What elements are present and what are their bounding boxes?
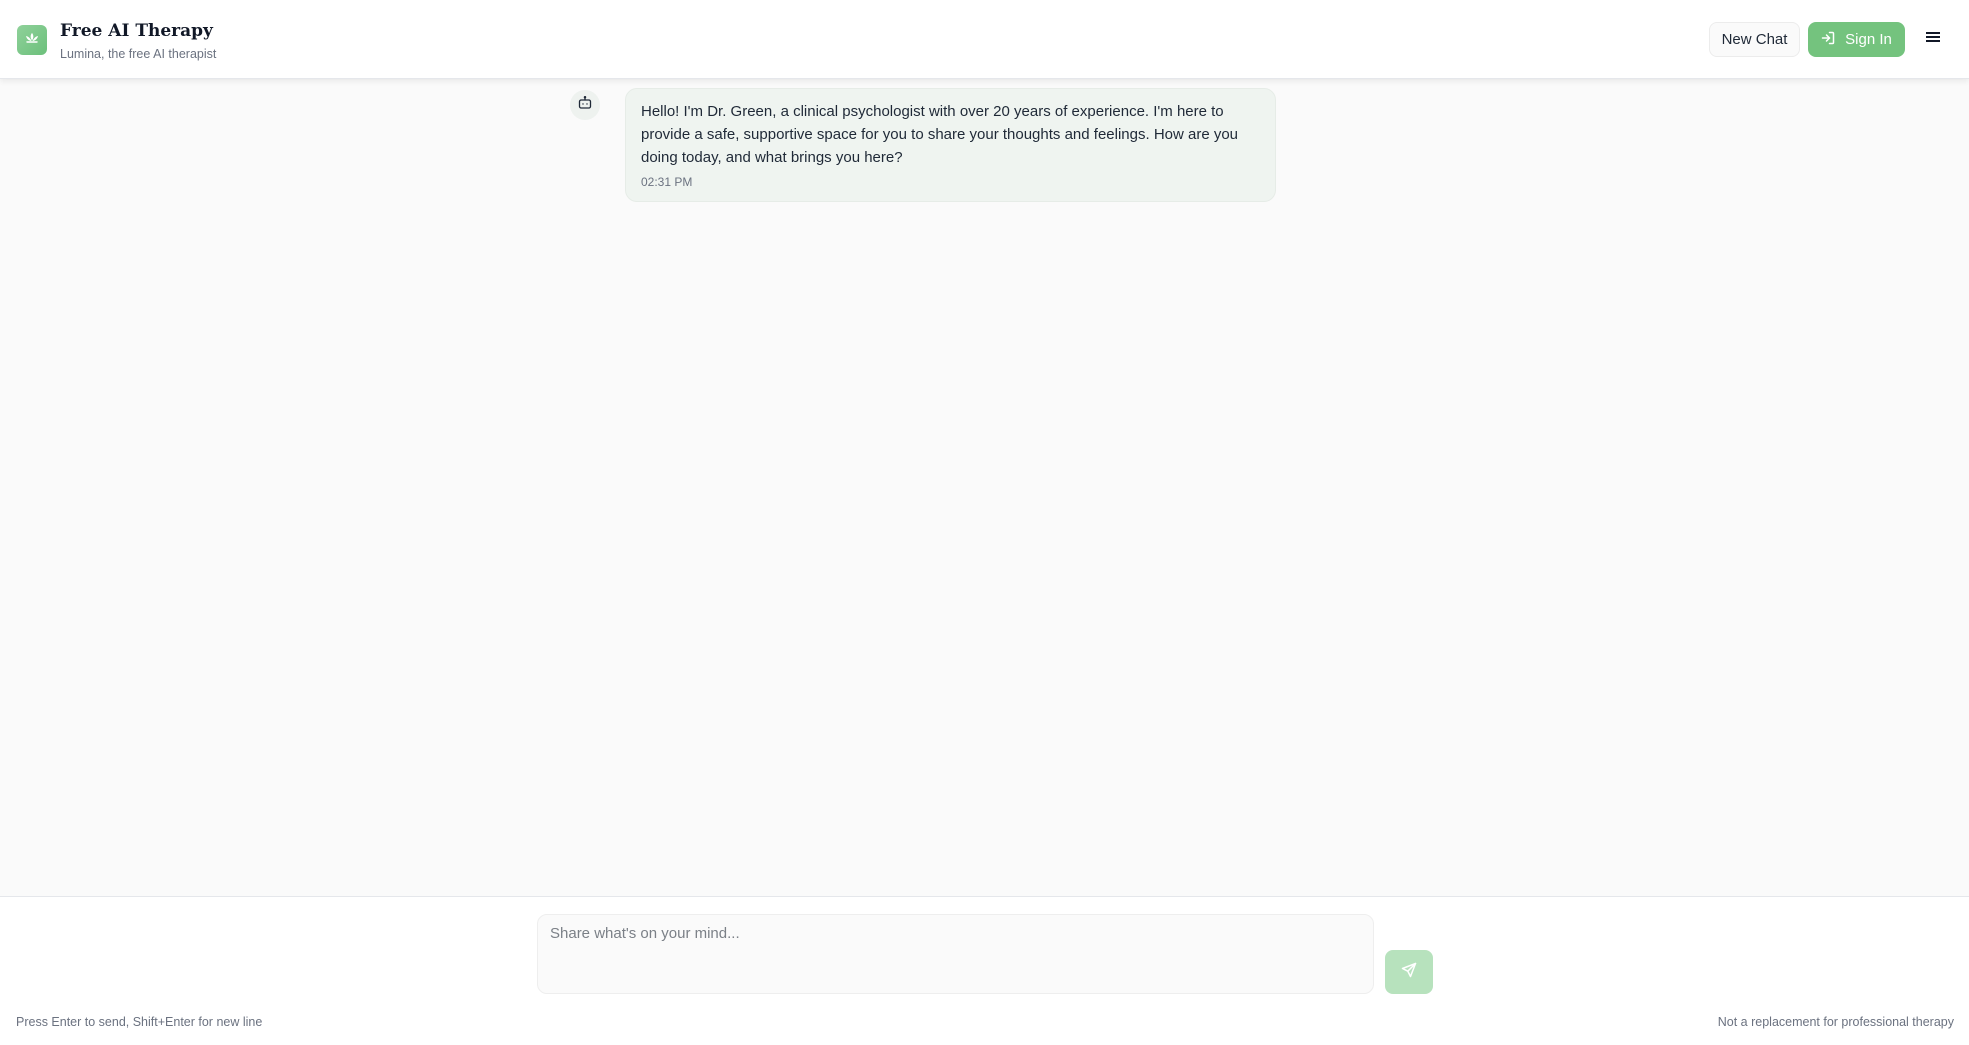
send-icon: [1401, 962, 1417, 983]
bot-message-bubble: Hello! I'm Dr. Green, a clinical psychol…: [625, 88, 1276, 202]
new-chat-label: New Chat: [1721, 31, 1788, 48]
new-chat-button[interactable]: New Chat: [1709, 22, 1800, 57]
sign-in-label: Sign In: [1845, 31, 1892, 48]
keyboard-hint: Press Enter to send, Shift+Enter for new…: [16, 1015, 263, 1029]
message-timestamp: 02:31 PM: [641, 175, 693, 189]
composer: Press Enter to send, Shift+Enter for new…: [0, 896, 1969, 1045]
app-subtitle: Lumina, the free AI therapist: [60, 47, 217, 61]
send-button[interactable]: [1385, 950, 1433, 994]
message-input[interactable]: [537, 914, 1374, 994]
bot-icon: [578, 95, 592, 114]
hamburger-menu-button[interactable]: [1921, 27, 1945, 51]
chat-area[interactable]: Hello! I'm Dr. Green, a clinical psychol…: [0, 79, 1969, 896]
sign-in-button[interactable]: Sign In: [1808, 22, 1905, 57]
logo: [17, 25, 47, 55]
app-header: Free AI Therapy Lumina, the free AI ther…: [0, 0, 1969, 79]
app-title: Free AI Therapy: [60, 21, 213, 41]
hamburger-menu-icon: [1926, 30, 1940, 48]
login-icon: [1821, 31, 1835, 49]
lotus-icon: [25, 31, 39, 49]
disclaimer-text: Not a replacement for professional thera…: [1717, 1015, 1954, 1029]
avatar: [570, 90, 600, 120]
message-text: Hello! I'm Dr. Green, a clinical psychol…: [641, 103, 1239, 166]
